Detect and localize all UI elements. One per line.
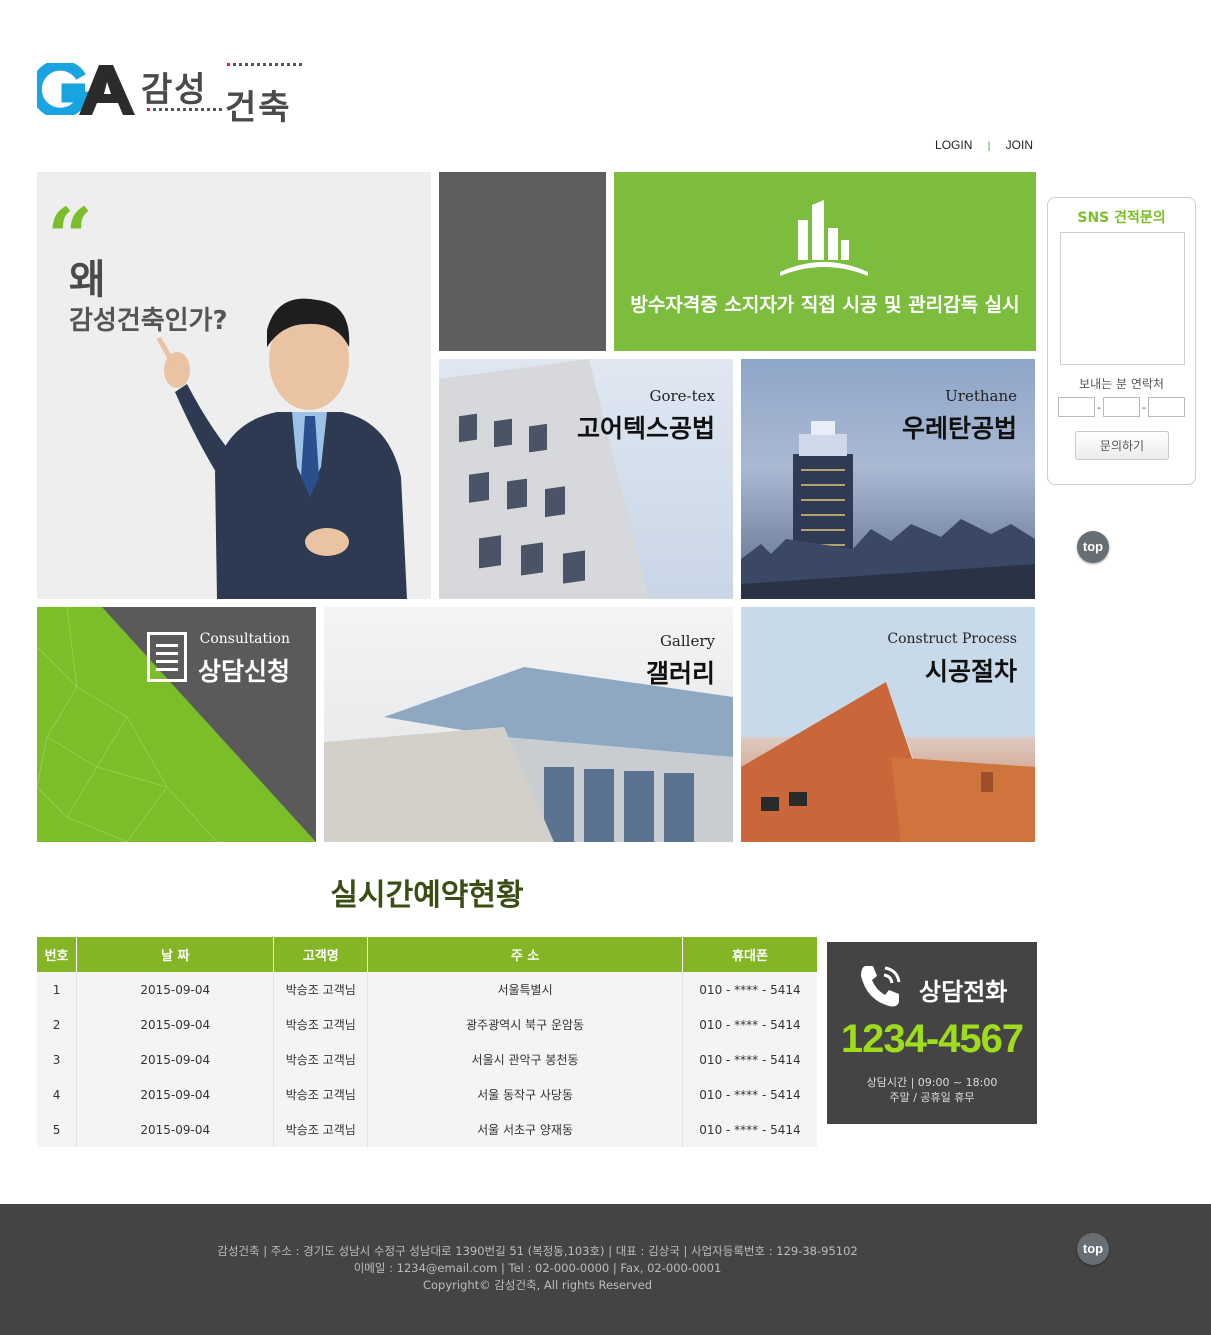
- cell-no: 3: [37, 1042, 77, 1077]
- cell-address: 광주광역시 북구 운암동: [367, 1007, 683, 1042]
- sns-contact-label: 보내는 분 연락처: [1079, 377, 1164, 391]
- consult-ko-label: 상담신청: [197, 657, 290, 686]
- goretex-en-label: Gore-tex: [649, 387, 716, 405]
- cell-customer: 박승조 고객님: [273, 1077, 368, 1112]
- cell-date: 2015-09-04: [76, 1007, 274, 1042]
- cell-date: 2015-09-04: [76, 1112, 274, 1147]
- why-title: 왜: [69, 257, 106, 303]
- consultation-tile[interactable]: Consultation 상담신청: [37, 607, 316, 842]
- process-en-label: Construct Process: [887, 631, 1017, 647]
- cell-no: 2: [37, 1007, 77, 1042]
- table-row: 5 2015-09-04 박승조 고객님 서울 서초구 양재동 010 - **…: [37, 1112, 817, 1147]
- gallery-en-label: Gallery: [659, 632, 715, 650]
- businessman-image: [157, 298, 407, 599]
- cell-phone: 010 - **** - 5414: [681, 1042, 817, 1077]
- cell-no: 5: [37, 1112, 77, 1147]
- sns-inquiry-box: SNS 견적문의 보내는 분 연락처 - - 문의하기: [1047, 197, 1196, 485]
- consult-phone-box: 상담전화 1234-4567 상담시간 | 09:00 ~ 18:00 주말 /…: [827, 942, 1037, 1124]
- phone-part3-input[interactable]: [1147, 397, 1185, 417]
- cell-customer: 박승조 고객님: [273, 1112, 368, 1147]
- footer-contact-info: 이메일 : 1234@email.com | Tel : 02-000-0000…: [353, 1261, 722, 1275]
- footer-scroll-top-button[interactable]: top: [1077, 1233, 1109, 1265]
- top-links-separator: |: [987, 141, 991, 152]
- phone-dash: -: [1141, 400, 1146, 414]
- slogan-text: 방수자격증 소지자가 직접 시공 및 관리감독 실시: [630, 294, 1020, 316]
- logo-name-part2: 건축: [225, 88, 292, 128]
- login-link[interactable]: LOGIN: [935, 138, 972, 152]
- footer-company-info: 감성건축 | 주소 : 경기도 성남시 수정구 성남대로 1390번길 51 (…: [217, 1244, 858, 1258]
- top-links: LOGIN | JOIN: [935, 138, 1033, 152]
- column-header: 휴대폰: [681, 937, 817, 972]
- goretex-ko-label: 고어텍스공법: [576, 414, 715, 443]
- gray-block: [439, 172, 606, 351]
- call-hours: 상담시간 | 09:00 ~ 18:00: [866, 1076, 998, 1089]
- sns-title: SNS 견적문의: [1077, 210, 1166, 226]
- cell-address: 서울 서초구 양재동: [367, 1112, 683, 1147]
- cell-phone: 010 - **** - 5414: [681, 972, 817, 1007]
- phone-part1-input[interactable]: [1058, 397, 1095, 417]
- cell-address: 서울특별시: [367, 972, 683, 1007]
- column-header: 날 짜: [76, 937, 274, 972]
- cell-phone: 010 - **** - 5414: [681, 1112, 817, 1147]
- table-header-row: 번호 날 짜 고객명 주 소 휴대폰: [37, 937, 817, 972]
- cell-date: 2015-09-04: [76, 1042, 274, 1077]
- reservation-title: 실시간예약현황: [330, 878, 524, 913]
- process-tile[interactable]: Construct Process 시공절차: [741, 607, 1035, 842]
- gallery-tile[interactable]: Gallery 갤러리: [324, 607, 733, 842]
- inquiry-submit-button[interactable]: 문의하기: [1075, 431, 1169, 460]
- urethane-ko-label: 우레탄공법: [901, 414, 1017, 443]
- building-icon: [780, 200, 868, 276]
- sns-phone-inputs: - -: [1058, 397, 1185, 417]
- cell-date: 2015-09-04: [76, 972, 274, 1007]
- cell-no: 4: [37, 1077, 77, 1112]
- table-row: 2 2015-09-04 박승조 고객님 광주광역시 북구 운암동 010 - …: [37, 1007, 817, 1042]
- column-header: 고객명: [273, 937, 368, 972]
- phone-part2-input[interactable]: [1102, 397, 1140, 417]
- sns-message-field[interactable]: [1060, 232, 1185, 365]
- cell-customer: 박승조 고객님: [273, 972, 368, 1007]
- goretex-tile[interactable]: Gore-tex 고어텍스공법: [439, 359, 733, 599]
- footer-copyright: Copyright© 감성건축, All rights Reserved: [422, 1278, 653, 1292]
- column-header: 번호: [37, 937, 77, 972]
- urethane-en-label: Urethane: [945, 387, 1017, 405]
- cell-phone: 010 - **** - 5414: [681, 1007, 817, 1042]
- call-holiday: 주말 / 공휴일 휴무: [889, 1091, 975, 1104]
- consult-en-label: Consultation: [199, 631, 290, 647]
- call-title: 상담전화: [919, 978, 1008, 1006]
- column-header: 주 소: [367, 937, 683, 972]
- slogan-banner[interactable]: 방수자격증 소지자가 직접 시공 및 관리감독 실시: [614, 172, 1036, 351]
- call-number: 1234-4567: [840, 1017, 1024, 1061]
- table-row: 3 2015-09-04 박승조 고객님 서울시 관악구 봉천동 010 - *…: [37, 1042, 817, 1077]
- table-row: 1 2015-09-04 박승조 고객님 서울특별시 010 - **** - …: [37, 972, 817, 1007]
- cell-phone: 010 - **** - 5414: [681, 1077, 817, 1112]
- phone-icon: [861, 966, 901, 1007]
- cell-date: 2015-09-04: [76, 1077, 274, 1112]
- process-ko-label: 시공절차: [924, 657, 1017, 686]
- why-banner[interactable]: “ 왜 감성건축인가?: [37, 172, 431, 599]
- logo-name-part1: 감성: [141, 70, 208, 110]
- join-link[interactable]: JOIN: [1006, 138, 1033, 152]
- cell-customer: 박승조 고객님: [273, 1007, 368, 1042]
- urethane-tile[interactable]: Urethane 우레탄공법: [741, 359, 1035, 599]
- cell-address: 서울 동작구 사당동: [367, 1077, 683, 1112]
- site-logo[interactable]: 감성 건축: [37, 60, 307, 128]
- cell-address: 서울시 관악구 봉천동: [367, 1042, 683, 1077]
- document-icon: [147, 632, 187, 682]
- cell-no: 1: [37, 972, 77, 1007]
- footer: 감성건축 | 주소 : 경기도 성남시 수정구 성남대로 1390번길 51 (…: [0, 1204, 1211, 1335]
- cell-customer: 박승조 고객님: [273, 1042, 368, 1077]
- gallery-ko-label: 갤러리: [645, 659, 715, 688]
- scroll-top-button[interactable]: top: [1077, 531, 1109, 563]
- table-row: 4 2015-09-04 박승조 고객님 서울 동작구 사당동 010 - **…: [37, 1077, 817, 1112]
- ga-logo-mark-icon: [37, 63, 135, 115]
- phone-dash: -: [1097, 400, 1101, 414]
- reservation-table: 번호 날 짜 고객명 주 소 휴대폰 1 2015-09-04 박승조 고객님 …: [37, 937, 817, 1147]
